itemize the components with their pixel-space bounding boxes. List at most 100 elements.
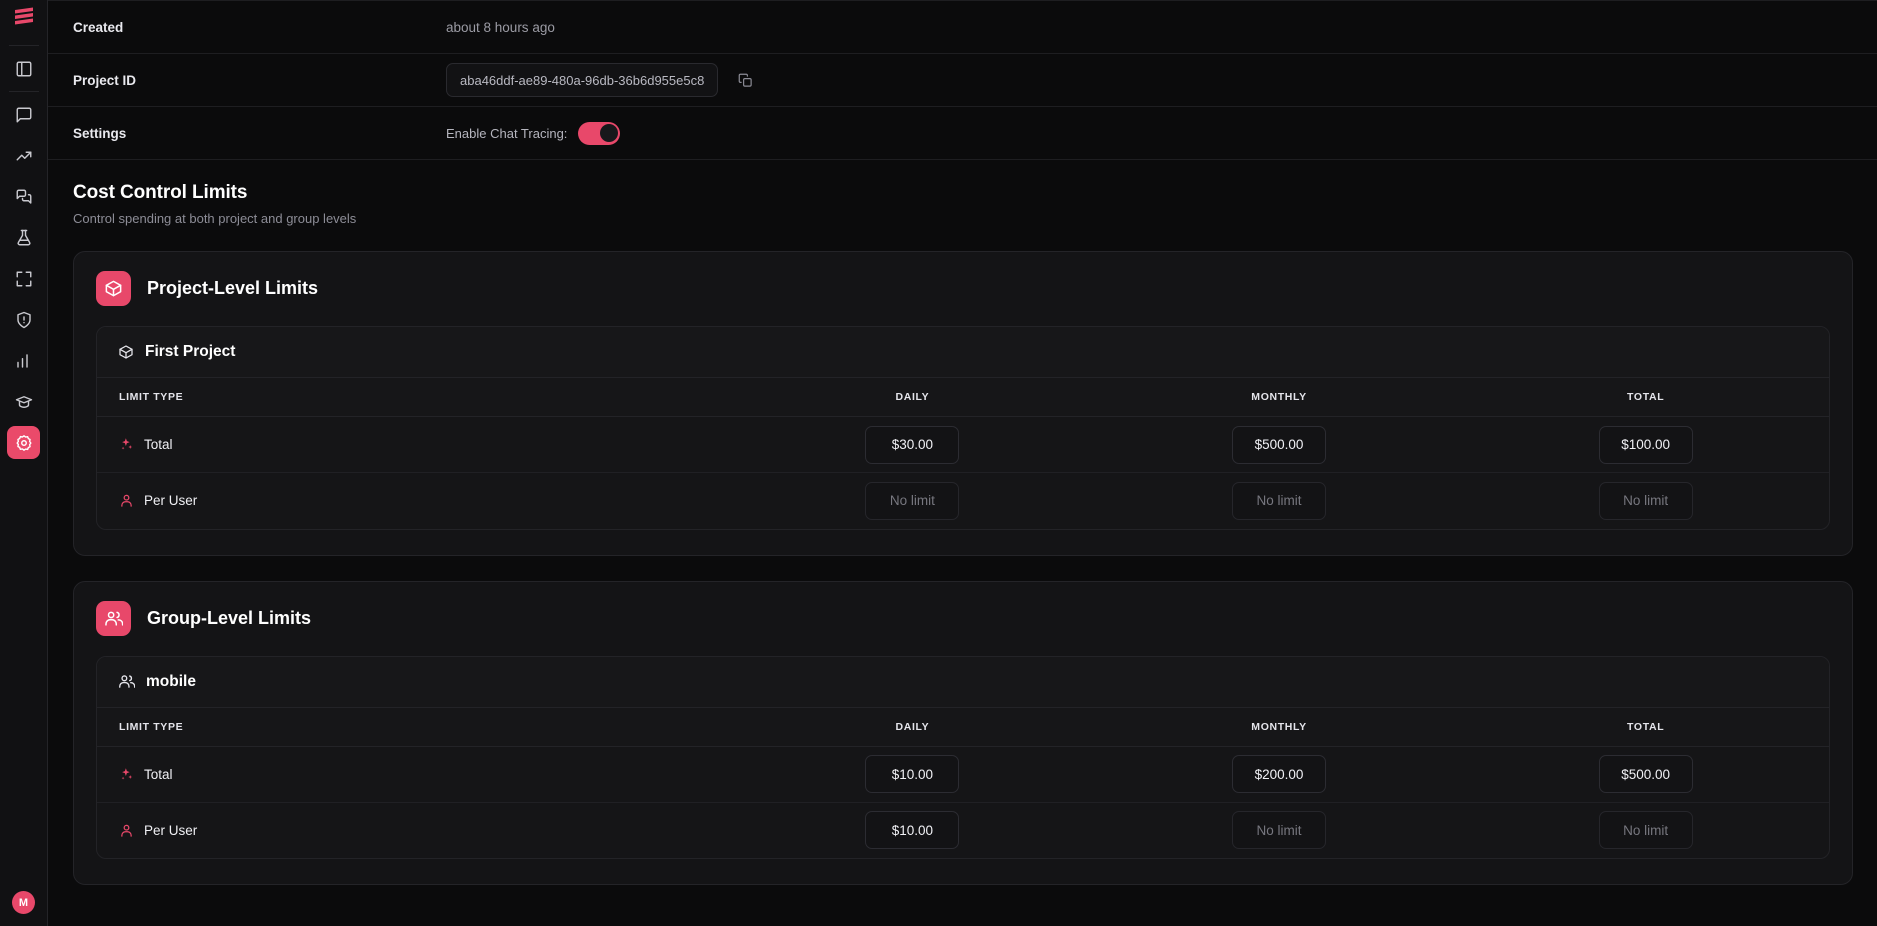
graduation-cap-icon xyxy=(15,395,32,408)
cell-total: No limit xyxy=(1462,802,1829,858)
col-daily: DAILY xyxy=(729,378,1096,417)
flask-icon xyxy=(16,229,31,245)
limit-type-label: Per User xyxy=(144,822,198,838)
project-id-value[interactable]: aba46ddf-ae89-480a-96db-36b6d955e5c8 xyxy=(446,63,719,97)
info-row-project-id: Project ID aba46ddf-ae89-480a-96db-36b6d… xyxy=(48,54,1877,107)
page-title: Cost Control Limits xyxy=(73,182,248,203)
cell-daily: $10.00 xyxy=(729,802,1096,858)
sidebar-divider-mid xyxy=(8,91,39,92)
enable-chat-tracing-label: Enable Chat Tracing: xyxy=(446,125,568,141)
sidebar-item-conversations[interactable] xyxy=(7,180,40,213)
info-value-created: about 8 hours ago xyxy=(446,19,555,35)
copy-project-id-button[interactable] xyxy=(734,69,756,91)
trending-up-icon xyxy=(16,151,31,160)
cell-daily: $10.00 xyxy=(729,746,1096,803)
daily-limit-input[interactable]: $10.00 xyxy=(865,811,960,850)
table-row: Per User No limit No limit No limit xyxy=(97,473,1829,529)
col-daily: DAILY xyxy=(729,707,1096,747)
cell-monthly: No limit xyxy=(1096,802,1463,858)
sidebar-item-experiments[interactable] xyxy=(7,221,40,254)
monthly-limit-input[interactable]: No limit xyxy=(1232,811,1327,850)
total-limit-input[interactable]: No limit xyxy=(1598,811,1693,850)
limit-type-label: Per User xyxy=(144,493,198,509)
card-title: Group-Level Limits xyxy=(147,607,312,628)
info-row-created: Created about 8 hours ago xyxy=(48,1,1877,54)
cell-daily: $30.00 xyxy=(729,416,1096,473)
cell-limit-type: Per User xyxy=(97,473,729,529)
main-content: Created about 8 hours ago Project ID aba… xyxy=(48,0,1877,926)
page-subtitle: Control spending at both project and gro… xyxy=(73,211,357,226)
cell-limit-type: Total xyxy=(97,746,730,803)
enable-chat-tracing-toggle[interactable] xyxy=(578,121,621,145)
panel-title: First Project xyxy=(145,343,236,360)
sidebar-item-reports[interactable] xyxy=(7,344,40,377)
col-total: TOTAL xyxy=(1462,707,1829,747)
col-total: TOTAL xyxy=(1462,378,1829,417)
users-icon xyxy=(118,673,135,690)
toggle-knob xyxy=(599,124,618,142)
info-label-project-id: Project ID xyxy=(73,72,137,88)
daily-limit-input[interactable]: No limit xyxy=(865,481,960,520)
limit-type-label: Total xyxy=(144,437,173,452)
panel-title: mobile xyxy=(146,672,196,690)
limits-table: LIMIT TYPE DAILY MONTHLY TOTAL xyxy=(97,707,1829,859)
monthly-limit-input[interactable]: $500.00 xyxy=(1232,425,1327,464)
sidebar: M xyxy=(0,0,48,926)
sparkles-icon xyxy=(119,767,134,782)
panel-left-icon xyxy=(16,61,31,76)
monthly-limit-input[interactable]: $200.00 xyxy=(1232,755,1327,793)
total-limit-input[interactable]: No limit xyxy=(1598,481,1693,520)
sparkles-icon xyxy=(119,437,134,452)
col-limit-type: LIMIT TYPE xyxy=(97,707,730,747)
users-icon xyxy=(96,600,131,636)
message-square-icon xyxy=(16,107,31,122)
panel-header: First Project xyxy=(97,327,1829,378)
daily-limit-input[interactable]: $10.00 xyxy=(865,755,960,793)
limits-table: LIMIT TYPE DAILY MONTHLY TOTAL xyxy=(97,378,1829,529)
sidebar-item-learn[interactable] xyxy=(7,385,40,418)
cell-total: No limit xyxy=(1462,473,1829,529)
cell-monthly: $200.00 xyxy=(1095,746,1463,803)
panel-header: mobile xyxy=(97,656,1829,708)
user-icon xyxy=(119,823,134,838)
first-project-panel: First Project LIMIT TYPE DAILY MONTHLY T… xyxy=(96,326,1830,530)
group-level-limits-card: Group-Level Limits mobile LIMIT TYPE DAI… xyxy=(73,580,1853,885)
app-logo[interactable] xyxy=(13,7,35,33)
sidebar-item-panel[interactable] xyxy=(7,52,40,85)
cell-monthly: $500.00 xyxy=(1095,416,1463,473)
cell-limit-type: Total xyxy=(97,416,730,473)
table-header-row: LIMIT TYPE DAILY MONTHLY TOTAL xyxy=(97,378,1829,417)
maximize-icon xyxy=(16,271,31,286)
col-monthly: MONTHLY xyxy=(1095,378,1463,417)
sidebar-item-expand[interactable] xyxy=(7,262,40,295)
col-monthly: MONTHLY xyxy=(1095,707,1463,747)
mobile-group-panel: mobile LIMIT TYPE DAILY MONTHLY TOTAL To… xyxy=(96,655,1830,859)
info-label-settings: Settings xyxy=(73,125,127,141)
cell-total: $100.00 xyxy=(1462,416,1829,473)
messages-icon xyxy=(16,189,31,204)
cell-monthly: No limit xyxy=(1096,473,1463,529)
sidebar-item-settings[interactable] xyxy=(7,426,40,459)
shield-alert-icon xyxy=(16,311,31,328)
project-info-table: Created about 8 hours ago Project ID aba… xyxy=(48,0,1877,160)
col-limit-type: LIMIT TYPE xyxy=(97,378,730,417)
card-header: Project-Level Limits xyxy=(96,271,1830,306)
avatar[interactable]: M xyxy=(12,891,35,914)
cost-control-section-head: Cost Control Limits Control spending at … xyxy=(48,160,1877,226)
cell-total: $500.00 xyxy=(1462,746,1829,803)
limit-type-label: Total xyxy=(144,766,173,782)
total-limit-input[interactable]: $500.00 xyxy=(1598,755,1693,793)
sidebar-item-guardrails[interactable] xyxy=(7,303,40,336)
cell-daily: No limit xyxy=(729,473,1096,529)
total-limit-input[interactable]: $100.00 xyxy=(1598,425,1693,464)
info-label-created: Created xyxy=(73,19,124,35)
cell-limit-type: Per User xyxy=(97,802,729,858)
card-header: Group-Level Limits xyxy=(96,600,1830,636)
project-level-limits-card: Project-Level Limits First Project LIMIT… xyxy=(73,251,1853,556)
sidebar-item-analytics[interactable] xyxy=(7,139,40,172)
monthly-limit-input[interactable]: No limit xyxy=(1232,481,1327,520)
daily-limit-input[interactable]: $30.00 xyxy=(865,425,960,464)
sidebar-item-chat[interactable] xyxy=(7,98,40,131)
card-title: Project-Level Limits xyxy=(147,278,319,298)
table-row: Total $10.00 $200.00 $500.00 xyxy=(97,746,1829,803)
